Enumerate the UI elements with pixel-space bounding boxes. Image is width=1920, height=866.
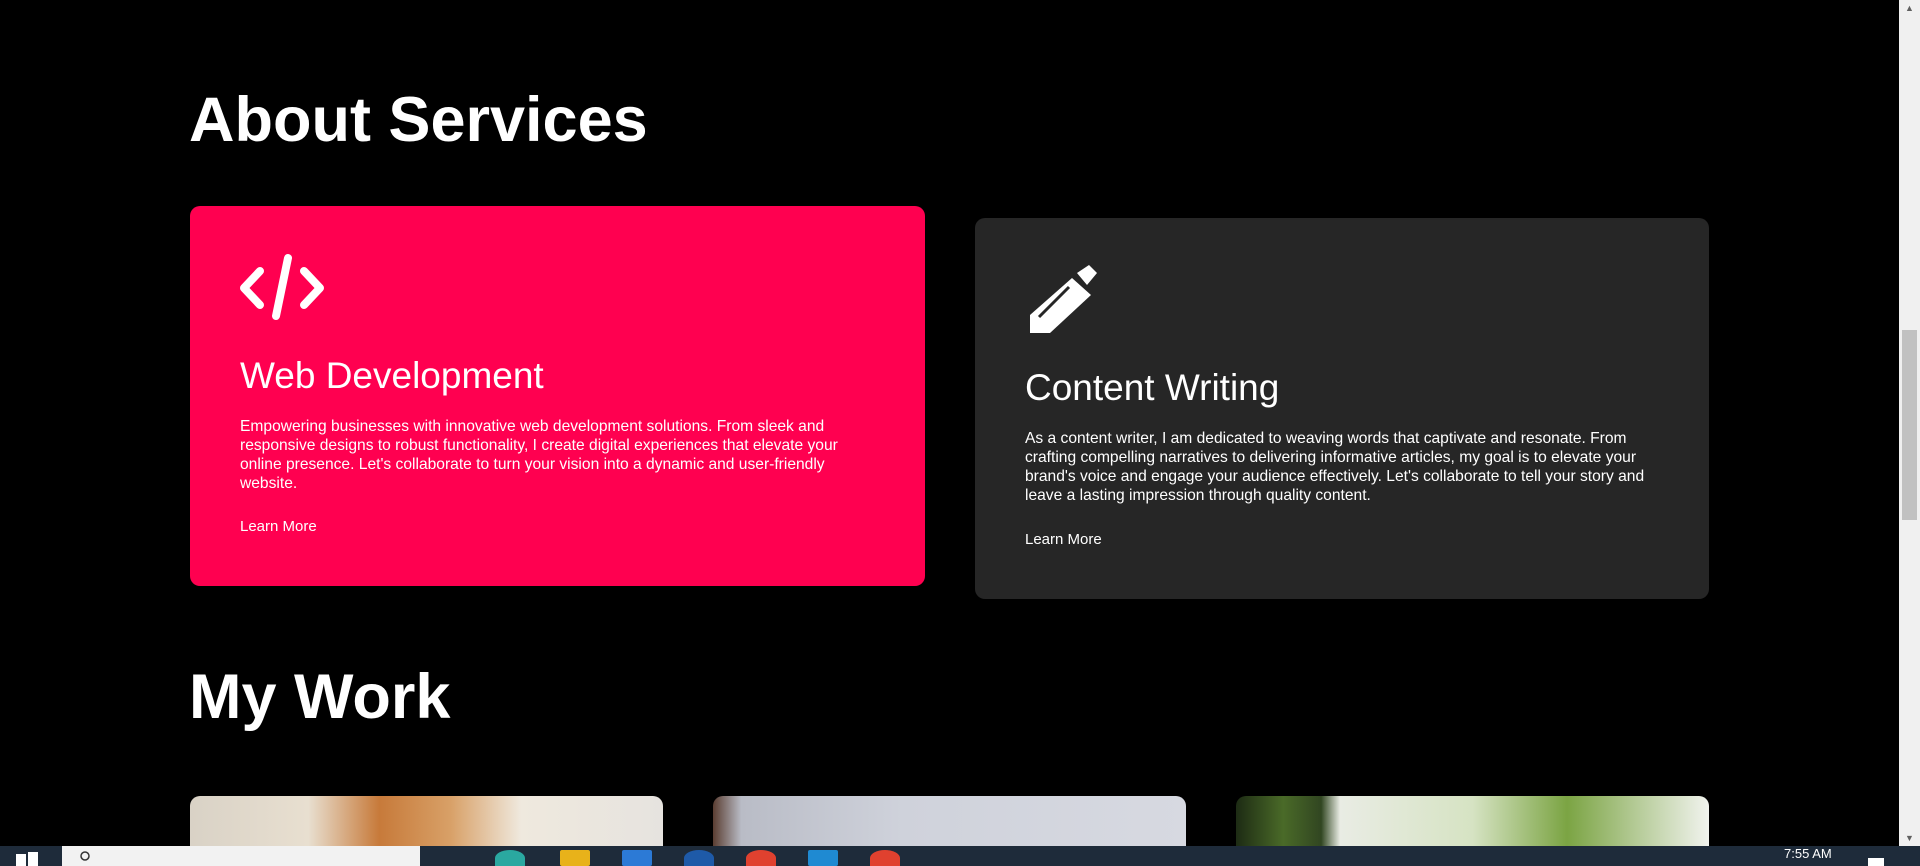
about-services-heading: About Services <box>189 85 648 155</box>
taskbar-search-box[interactable] <box>62 846 420 866</box>
work-thumbnail[interactable] <box>713 796 1186 846</box>
scroll-up-arrow[interactable]: ▲ <box>1899 0 1920 16</box>
service-description: As a content writer, I am dedicated to w… <box>1025 430 1645 504</box>
windows-taskbar: 7:55 AM <box>0 846 1920 866</box>
edge-app-icon[interactable] <box>495 850 525 866</box>
code-icon <box>240 254 324 320</box>
page-viewport: About Services Web Development Empowerin… <box>0 0 1899 846</box>
service-card-web-development: Web Development Empowering businesses wi… <box>190 206 925 586</box>
work-thumbnail[interactable] <box>1236 796 1709 846</box>
scroll-down-arrow[interactable]: ▼ <box>1899 830 1920 846</box>
service-title: Content Writing <box>1025 367 1280 408</box>
service-description: Empowering businesses with innovative we… <box>240 418 838 492</box>
taskbar-clock[interactable]: 7:55 AM <box>1784 846 1832 861</box>
learn-more-link[interactable]: Learn More <box>240 518 317 535</box>
service-card-content-writing: Content Writing As a content writer, I a… <box>975 218 1709 599</box>
vscode-app-icon[interactable] <box>808 850 838 866</box>
pencil-icon <box>1030 265 1097 333</box>
work-thumbnail[interactable] <box>190 796 663 846</box>
vertical-scrollbar[interactable]: ▲ ▼ <box>1899 0 1920 846</box>
service-title: Web Development <box>240 355 544 396</box>
chrome-active-app-icon[interactable] <box>870 850 900 866</box>
chrome-app-icon[interactable] <box>746 850 776 866</box>
show-desktop-button[interactable] <box>1868 858 1884 866</box>
my-work-heading: My Work <box>189 662 451 732</box>
learn-more-link[interactable]: Learn More <box>1025 531 1102 548</box>
scrollbar-thumb[interactable] <box>1902 330 1917 520</box>
mail-app-icon[interactable] <box>684 850 714 866</box>
windows-start-icon[interactable] <box>16 852 38 866</box>
file-explorer-icon[interactable] <box>560 850 590 866</box>
store-app-icon[interactable] <box>622 850 652 866</box>
search-icon <box>80 851 90 861</box>
